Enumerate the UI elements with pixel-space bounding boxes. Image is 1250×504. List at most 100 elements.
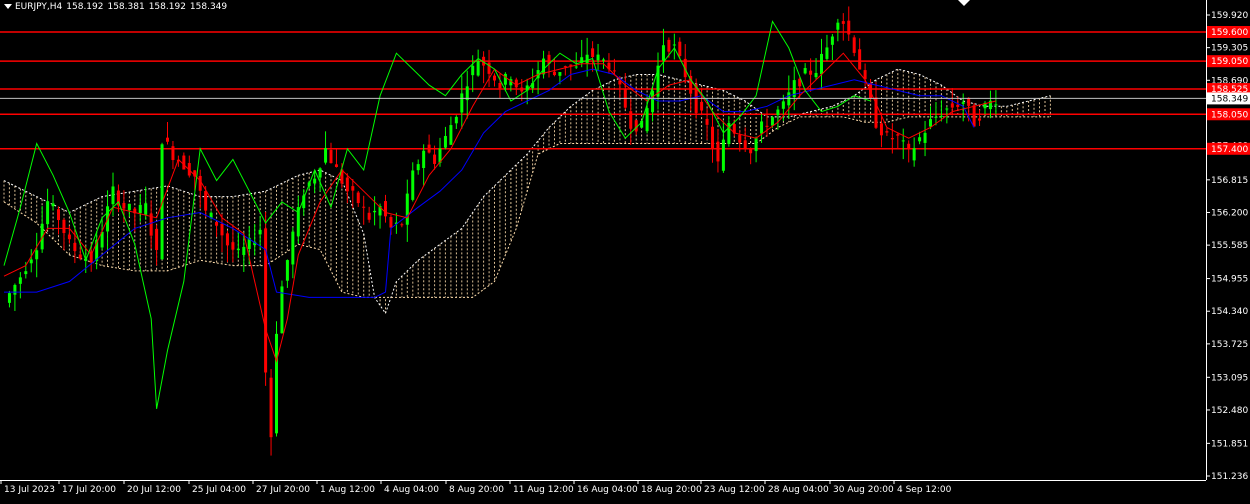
candle-body xyxy=(770,117,774,126)
x-tick-label: 4 Aug 04:00 xyxy=(384,485,439,495)
candle-body xyxy=(978,118,982,121)
candle-body xyxy=(672,44,676,46)
ohlc-close: 158.349 xyxy=(189,2,228,12)
candle-body xyxy=(51,203,55,207)
candle-body xyxy=(781,101,785,109)
candle-body xyxy=(405,193,409,225)
candle-body xyxy=(67,234,71,240)
candle-body xyxy=(776,109,780,116)
candle-body xyxy=(651,90,655,113)
candle-body xyxy=(820,53,823,75)
candle-body xyxy=(929,119,932,127)
price-chart[interactable]: 159.920159.305158.690158.075157.460156.8… xyxy=(0,0,1250,500)
candle-body xyxy=(934,116,938,118)
candle-body xyxy=(291,231,295,265)
shift-marker-icon[interactable] xyxy=(958,0,970,6)
candle-body xyxy=(765,125,769,127)
candle-body xyxy=(443,136,447,148)
candle-body xyxy=(558,72,562,76)
x-tick-label: 13 Jul 2023 xyxy=(4,485,55,495)
candle-body xyxy=(13,284,17,295)
candle-body xyxy=(514,79,518,88)
y-tick-label: 159.920 xyxy=(1211,11,1248,21)
candle-body xyxy=(912,148,916,161)
candle-body xyxy=(825,47,829,59)
y-tick-label: 151.851 xyxy=(1211,439,1248,449)
candle-body xyxy=(46,201,50,225)
candle-body xyxy=(493,75,496,81)
candle-body xyxy=(460,93,464,113)
candle-body xyxy=(231,242,235,250)
candle-body xyxy=(313,178,317,184)
y-tick-label: 154.955 xyxy=(1211,275,1248,285)
candle-body xyxy=(923,132,927,143)
candle-body xyxy=(667,39,671,52)
candle-body xyxy=(220,223,224,236)
candle-body xyxy=(182,155,186,170)
candle-body xyxy=(809,70,813,75)
candle-body xyxy=(62,219,66,234)
candle-body xyxy=(155,228,159,251)
candle-body xyxy=(520,87,524,92)
candle-body xyxy=(204,191,208,211)
candle-body xyxy=(275,333,278,434)
candle-body xyxy=(318,168,322,178)
tenkan-line xyxy=(3,52,997,363)
level-price-label: 159.050 xyxy=(1211,57,1248,67)
candle-body xyxy=(449,125,453,145)
candle-body xyxy=(389,217,393,228)
candle-body xyxy=(896,134,900,136)
x-tick-label: 18 Aug 20:00 xyxy=(641,485,702,495)
candle-body xyxy=(487,62,491,74)
candle-body xyxy=(373,210,377,213)
y-tick-label: 151.236 xyxy=(1211,472,1248,482)
y-tick-label: 155.585 xyxy=(1211,241,1248,251)
candle-body xyxy=(901,140,905,142)
candle-body xyxy=(384,201,387,217)
candle-body xyxy=(749,149,753,154)
candle-body xyxy=(29,259,33,264)
y-tick-label: 159.305 xyxy=(1211,44,1248,54)
candle-body xyxy=(994,104,998,106)
candle-body xyxy=(73,242,77,251)
kijun-line xyxy=(4,68,975,298)
candle-body xyxy=(122,202,126,209)
level-price-label: 159.600 xyxy=(1211,28,1248,38)
candle-body xyxy=(433,154,437,164)
candle-body xyxy=(967,97,971,106)
candle-body xyxy=(585,54,589,64)
y-tick-label: 153.095 xyxy=(1211,373,1248,383)
candle-body xyxy=(476,61,480,76)
dropdown-triangle-icon[interactable] xyxy=(4,4,12,9)
candle-body xyxy=(171,146,175,161)
candle-body xyxy=(972,105,976,127)
candle-body xyxy=(738,134,742,143)
candle-body xyxy=(950,103,954,108)
candle-body xyxy=(454,116,458,124)
x-tick-label: 27 Jul 20:00 xyxy=(256,485,310,495)
candle-body xyxy=(18,277,22,284)
candle-body xyxy=(858,49,862,70)
x-tick-label: 16 Aug 04:00 xyxy=(577,485,638,495)
candle-body xyxy=(629,111,633,129)
candle-body xyxy=(814,72,818,78)
x-tick-label: 25 Jul 04:00 xyxy=(192,485,246,495)
chart-root[interactable]: 159.920159.305158.690158.075157.460156.8… xyxy=(0,0,1250,500)
candle-body xyxy=(236,248,240,251)
candle-body xyxy=(721,139,725,171)
x-tick-label: 1 Aug 12:00 xyxy=(320,485,375,495)
candle-body xyxy=(716,141,720,162)
candle-body xyxy=(225,233,229,246)
candle-body xyxy=(569,64,573,66)
candle-body xyxy=(498,82,502,89)
candle-body xyxy=(57,209,60,221)
candle-body xyxy=(890,138,894,140)
candle-body xyxy=(803,68,807,74)
current-price-label: 158.349 xyxy=(1211,94,1248,104)
candle-body xyxy=(841,21,845,24)
x-tick-label: 8 Aug 20:00 xyxy=(449,485,504,495)
candle-body xyxy=(596,54,600,61)
candle-body xyxy=(847,20,851,35)
candle-body xyxy=(416,164,420,171)
candle-body xyxy=(661,45,665,61)
